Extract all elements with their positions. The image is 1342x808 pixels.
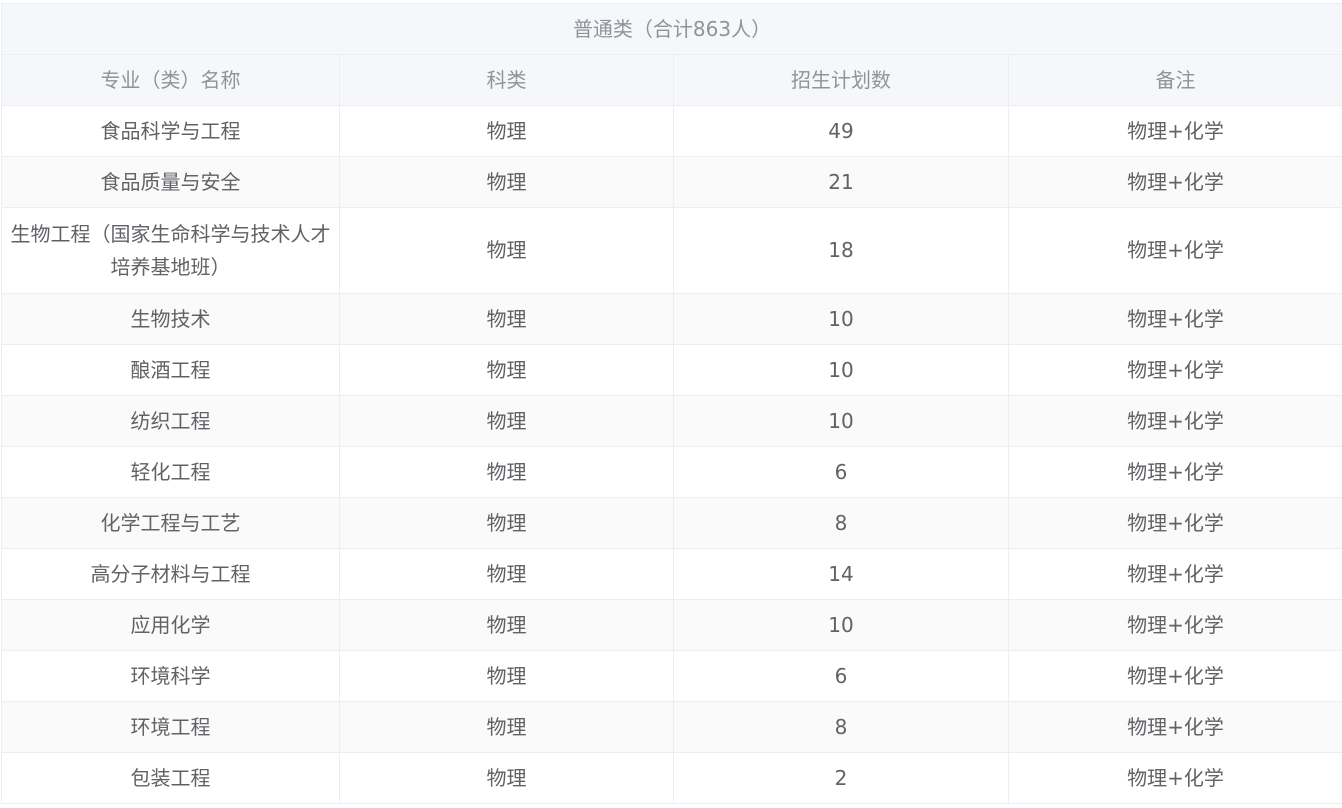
- cell-note: 物理+化学: [1008, 207, 1342, 294]
- table-row: 生物工程（国家生命科学与技术人才培养基地班） 物理 18 物理+化学: [1, 207, 1342, 294]
- group-title: 普通类（合计863人）: [1, 3, 1342, 55]
- table-row: 生物技术 物理 10 物理+化学: [1, 293, 1342, 345]
- cell-note: 物理+化学: [1008, 599, 1342, 651]
- cell-note: 物理+化学: [1008, 701, 1342, 753]
- table-body: 食品科学与工程 物理 49 物理+化学 食品质量与安全 物理 21 物理+化学 …: [1, 105, 1342, 804]
- cell-plan: 49: [673, 105, 1009, 157]
- cell-category: 物理: [339, 650, 674, 702]
- cell-category: 物理: [339, 293, 674, 345]
- cell-major: 应用化学: [1, 599, 340, 651]
- cell-plan: 10: [673, 293, 1009, 345]
- cell-note: 物理+化学: [1008, 497, 1342, 549]
- table-row: 食品质量与安全 物理 21 物理+化学: [1, 156, 1342, 208]
- cell-plan: 21: [673, 156, 1009, 208]
- column-header-row: 专业（类）名称 科类 招生计划数 备注: [1, 54, 1342, 106]
- cell-major: 纺织工程: [1, 395, 340, 447]
- table-row: 纺织工程 物理 10 物理+化学: [1, 395, 1342, 447]
- cell-plan: 8: [673, 497, 1009, 549]
- cell-category: 物理: [339, 752, 674, 804]
- column-header-category: 科类: [339, 54, 674, 106]
- cell-major: 环境科学: [1, 650, 340, 702]
- cell-category: 物理: [339, 207, 674, 294]
- cell-category: 物理: [339, 105, 674, 157]
- cell-plan: 6: [673, 446, 1009, 498]
- table-row: 应用化学 物理 10 物理+化学: [1, 599, 1342, 651]
- column-header-plan: 招生计划数: [673, 54, 1009, 106]
- cell-major: 生物工程（国家生命科学与技术人才培养基地班）: [1, 207, 340, 294]
- cell-category: 物理: [339, 344, 674, 396]
- cell-note: 物理+化学: [1008, 548, 1342, 600]
- column-header-note: 备注: [1008, 54, 1342, 106]
- cell-major: 酿酒工程: [1, 344, 340, 396]
- table-header: 普通类（合计863人） 专业（类）名称 科类 招生计划数 备注: [1, 3, 1342, 106]
- cell-major: 生物技术: [1, 293, 340, 345]
- cell-note: 物理+化学: [1008, 752, 1342, 804]
- enrollment-plan-table: 普通类（合计863人） 专业（类）名称 科类 招生计划数 备注 食品科学与工程 …: [1, 3, 1342, 804]
- cell-plan: 8: [673, 701, 1009, 753]
- cell-category: 物理: [339, 701, 674, 753]
- enrollment-table-wrapper: 普通类（合计863人） 专业（类）名称 科类 招生计划数 备注 食品科学与工程 …: [1, 3, 1342, 804]
- cell-major: 轻化工程: [1, 446, 340, 498]
- group-title-row: 普通类（合计863人）: [1, 3, 1342, 55]
- cell-note: 物理+化学: [1008, 650, 1342, 702]
- cell-plan: 10: [673, 344, 1009, 396]
- column-header-major: 专业（类）名称: [1, 54, 340, 106]
- cell-category: 物理: [339, 446, 674, 498]
- table-row: 酿酒工程 物理 10 物理+化学: [1, 344, 1342, 396]
- cell-major: 高分子材料与工程: [1, 548, 340, 600]
- table-row: 高分子材料与工程 物理 14 物理+化学: [1, 548, 1342, 600]
- cell-note: 物理+化学: [1008, 293, 1342, 345]
- cell-plan: 10: [673, 395, 1009, 447]
- cell-plan: 14: [673, 548, 1009, 600]
- table-row: 包装工程 物理 2 物理+化学: [1, 752, 1342, 804]
- cell-category: 物理: [339, 395, 674, 447]
- cell-major: 食品科学与工程: [1, 105, 340, 157]
- cell-category: 物理: [339, 599, 674, 651]
- cell-major: 环境工程: [1, 701, 340, 753]
- cell-major: 化学工程与工艺: [1, 497, 340, 549]
- cell-note: 物理+化学: [1008, 105, 1342, 157]
- cell-major: 食品质量与安全: [1, 156, 340, 208]
- table-row: 环境工程 物理 8 物理+化学: [1, 701, 1342, 753]
- table-row: 环境科学 物理 6 物理+化学: [1, 650, 1342, 702]
- table-row: 化学工程与工艺 物理 8 物理+化学: [1, 497, 1342, 549]
- cell-category: 物理: [339, 548, 674, 600]
- cell-plan: 6: [673, 650, 1009, 702]
- cell-note: 物理+化学: [1008, 446, 1342, 498]
- cell-plan: 10: [673, 599, 1009, 651]
- cell-note: 物理+化学: [1008, 344, 1342, 396]
- cell-plan: 18: [673, 207, 1009, 294]
- cell-major: 包装工程: [1, 752, 340, 804]
- cell-category: 物理: [339, 497, 674, 549]
- cell-note: 物理+化学: [1008, 395, 1342, 447]
- cell-plan: 2: [673, 752, 1009, 804]
- table-row: 食品科学与工程 物理 49 物理+化学: [1, 105, 1342, 157]
- cell-category: 物理: [339, 156, 674, 208]
- table-row: 轻化工程 物理 6 物理+化学: [1, 446, 1342, 498]
- cell-note: 物理+化学: [1008, 156, 1342, 208]
